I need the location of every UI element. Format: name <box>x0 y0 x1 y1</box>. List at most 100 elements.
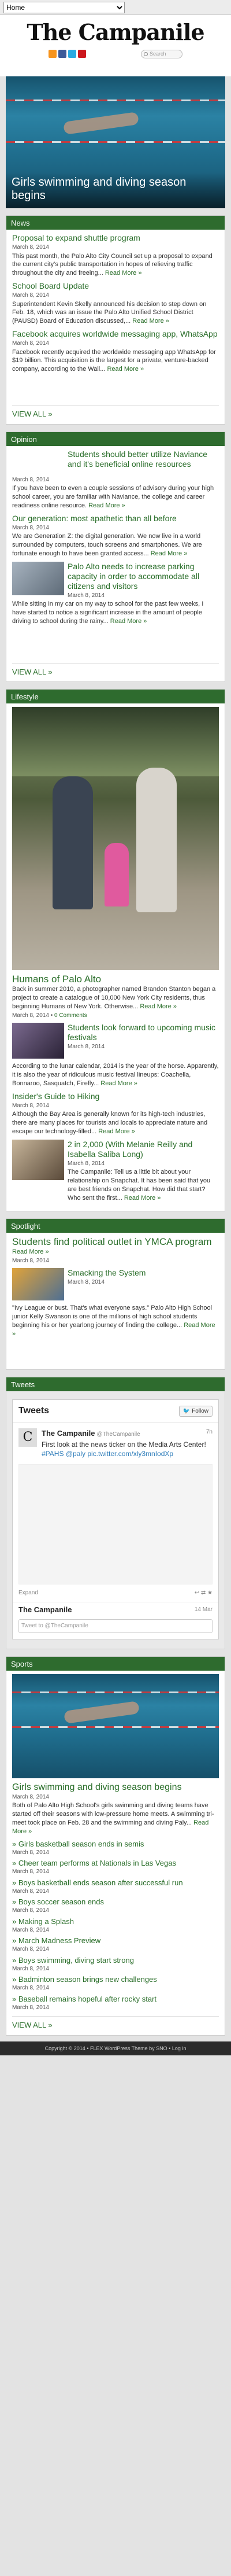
tweet-date[interactable]: 14 Mar <box>195 1606 213 1614</box>
reply-icon[interactable]: ↩ <box>195 1590 199 1596</box>
read-more-link[interactable]: Read More » <box>12 1248 49 1255</box>
story-date: March 8, 2014 <box>12 1926 49 1933</box>
story-thumbnail[interactable] <box>12 561 64 595</box>
story-title[interactable]: Facebook acquires worldwide messaging ap… <box>12 329 219 339</box>
comments-link[interactable]: 0 Comments <box>54 1012 87 1019</box>
search-icon <box>144 52 148 56</box>
footer: Copyright © 2014 • FLEX WordPress Theme … <box>0 2041 231 2055</box>
story-thumbnail[interactable] <box>12 449 64 473</box>
youtube-icon[interactable] <box>78 50 86 58</box>
lane-rope <box>12 1726 219 1728</box>
search-input[interactable]: Search <box>141 50 182 58</box>
story-title[interactable]: Palo Alto needs to increase parking capa… <box>68 562 219 591</box>
story-date: March 8, 2014 <box>12 1985 49 1992</box>
story-title[interactable]: Humans of Palo Alto <box>12 974 219 985</box>
story-date: March 8, 2014 <box>12 1257 49 1264</box>
story-title[interactable]: Students should better utilize Naviance … <box>68 449 219 473</box>
section-select[interactable]: Home <box>3 2 125 13</box>
section-heading: Sports <box>6 1656 225 1671</box>
tweet-author[interactable]: The Campanile <box>18 1605 72 1615</box>
story-title[interactable]: 2 in 2,000 (With Melanie Reilly and Isab… <box>68 1140 219 1159</box>
read-more-link[interactable]: Read More » <box>98 1128 135 1135</box>
list-item[interactable]: » Boys basketball ends season after succ… <box>12 1878 219 1888</box>
story-date: March 8, 2014 <box>12 1888 49 1895</box>
tweet-text: First look at the news ticker on the Med… <box>42 1440 206 1449</box>
read-more-link[interactable]: Read More » <box>151 550 188 557</box>
person-figure <box>53 776 93 910</box>
story-date: March 8, 2014 <box>12 524 49 531</box>
site-logo[interactable]: The Campanile <box>0 20 231 45</box>
masthead: The Campanile Search <box>0 15 231 76</box>
hashtag-link[interactable]: #PAHS <box>42 1450 64 1458</box>
story: Proposal to expand shuttle program March… <box>12 233 219 278</box>
story: Humans of Palo Alto Back in summer 2010,… <box>12 974 219 1019</box>
list-item[interactable]: » Girls basketball season ends in semis <box>12 1840 219 1849</box>
story-title[interactable]: Girls swimming and diving season begins <box>12 1782 219 1793</box>
tweet-link[interactable]: @paly pic.twitter.com/xly3mnIodXp <box>66 1450 173 1458</box>
read-more-link[interactable]: Read More » <box>124 1195 161 1202</box>
list-item[interactable]: » Badminton season brings new challenges <box>12 1975 219 1984</box>
person-figure <box>136 768 177 913</box>
story: Students look forward to upcoming music … <box>12 1023 219 1059</box>
story-date: March 8, 2014 <box>12 1102 49 1109</box>
read-more-link[interactable]: Read More » <box>140 1003 177 1010</box>
story-thumbnail[interactable] <box>12 1139 64 1180</box>
story-title[interactable]: Proposal to expand shuttle program <box>12 233 219 243</box>
tweets-section: Tweets Tweets 🐦 Follow C The Campanile @… <box>6 1377 225 1649</box>
hero-caption[interactable]: Girls swimming and diving season begins <box>6 172 225 208</box>
story-thumbnail[interactable] <box>12 1268 64 1301</box>
twitter-icon[interactable] <box>68 50 76 58</box>
feature-photo[interactable] <box>12 1674 219 1778</box>
story-excerpt: "Ivy League or bust. That's what everyon… <box>12 1304 213 1329</box>
story-title[interactable]: Smacking the System <box>68 1268 146 1278</box>
rss-icon[interactable] <box>49 50 57 58</box>
list-item[interactable]: » March Madness Preview <box>12 1936 219 1945</box>
story-date: March 8, 2014 <box>68 592 105 599</box>
read-more-link[interactable]: Read More » <box>132 318 169 325</box>
view-all-link[interactable]: VIEW ALL » <box>12 405 219 419</box>
story-date: March 8, 2014 <box>68 1044 105 1051</box>
story-thumbnail[interactable] <box>12 1023 64 1059</box>
list-item[interactable]: » Baseball remains hopeful after rocky s… <box>12 1995 219 2004</box>
feature-photo[interactable] <box>12 707 219 971</box>
child-figure <box>105 843 129 907</box>
avatar[interactable]: C <box>18 1428 37 1447</box>
list-item[interactable]: » Boys soccer season ends <box>12 1897 219 1907</box>
story-title[interactable]: Students find political outlet in YMCA p… <box>12 1236 219 1248</box>
expand-link[interactable]: Expand <box>18 1589 38 1597</box>
tweet-media[interactable] <box>18 1464 213 1585</box>
read-more-link[interactable]: Read More » <box>100 1080 137 1087</box>
tweet-author[interactable]: The Campanile <box>42 1429 95 1438</box>
story-date: March 8, 2014 <box>12 1869 49 1875</box>
retweet-icon[interactable]: ⇄ <box>201 1590 206 1596</box>
favorite-icon[interactable]: ★ <box>207 1590 213 1596</box>
story-date: March 8, 2014 <box>12 1946 49 1953</box>
view-all-link[interactable]: VIEW ALL » <box>12 662 219 677</box>
story-title[interactable]: Insider's Guide to Hiking <box>12 1092 219 1101</box>
read-more-link[interactable]: Read More » <box>105 270 142 277</box>
story-title[interactable]: Students look forward to upcoming music … <box>68 1023 219 1042</box>
tweet-handle[interactable]: @TheCampanile <box>97 1431 140 1438</box>
list-item[interactable]: » Making a Splash <box>12 1917 219 1926</box>
section-heading: Opinion <box>6 432 225 446</box>
story-date: March 8, 2014 <box>12 1965 49 1972</box>
tweet: C The Campanile @TheCampanile 7h First l… <box>13 1422 218 1464</box>
story-excerpt: Back in summer 2010, a photographer name… <box>12 986 216 1010</box>
hero-slide[interactable]: Girls swimming and diving season begins <box>6 76 225 208</box>
section-heading: Tweets <box>6 1377 225 1392</box>
view-all-link[interactable]: VIEW ALL » <box>12 2016 219 2030</box>
facebook-icon[interactable] <box>58 50 66 58</box>
spotlight-section: Spotlight Students find political outlet… <box>6 1218 225 1370</box>
list-item[interactable]: » Boys swimming, diving start strong <box>12 1956 219 1965</box>
story-date: March 8, 2014 <box>68 1279 105 1286</box>
follow-button[interactable]: 🐦 Follow <box>178 1405 213 1417</box>
story-title[interactable]: Our generation: most apathetic than all … <box>12 514 219 524</box>
read-more-link[interactable]: Read More » <box>110 618 147 625</box>
read-more-link[interactable]: Read More » <box>88 502 125 509</box>
list-item[interactable]: » Cheer team performs at Nationals in La… <box>12 1859 219 1868</box>
sports-section: Sports Girls swimming and diving season … <box>6 1656 225 2036</box>
tweet-compose-input[interactable]: Tweet to @TheCampanile <box>18 1619 213 1633</box>
story-title[interactable]: School Board Update <box>12 281 219 291</box>
tweet-age[interactable]: 7h <box>206 1428 213 1436</box>
read-more-link[interactable]: Read More » <box>107 366 144 373</box>
